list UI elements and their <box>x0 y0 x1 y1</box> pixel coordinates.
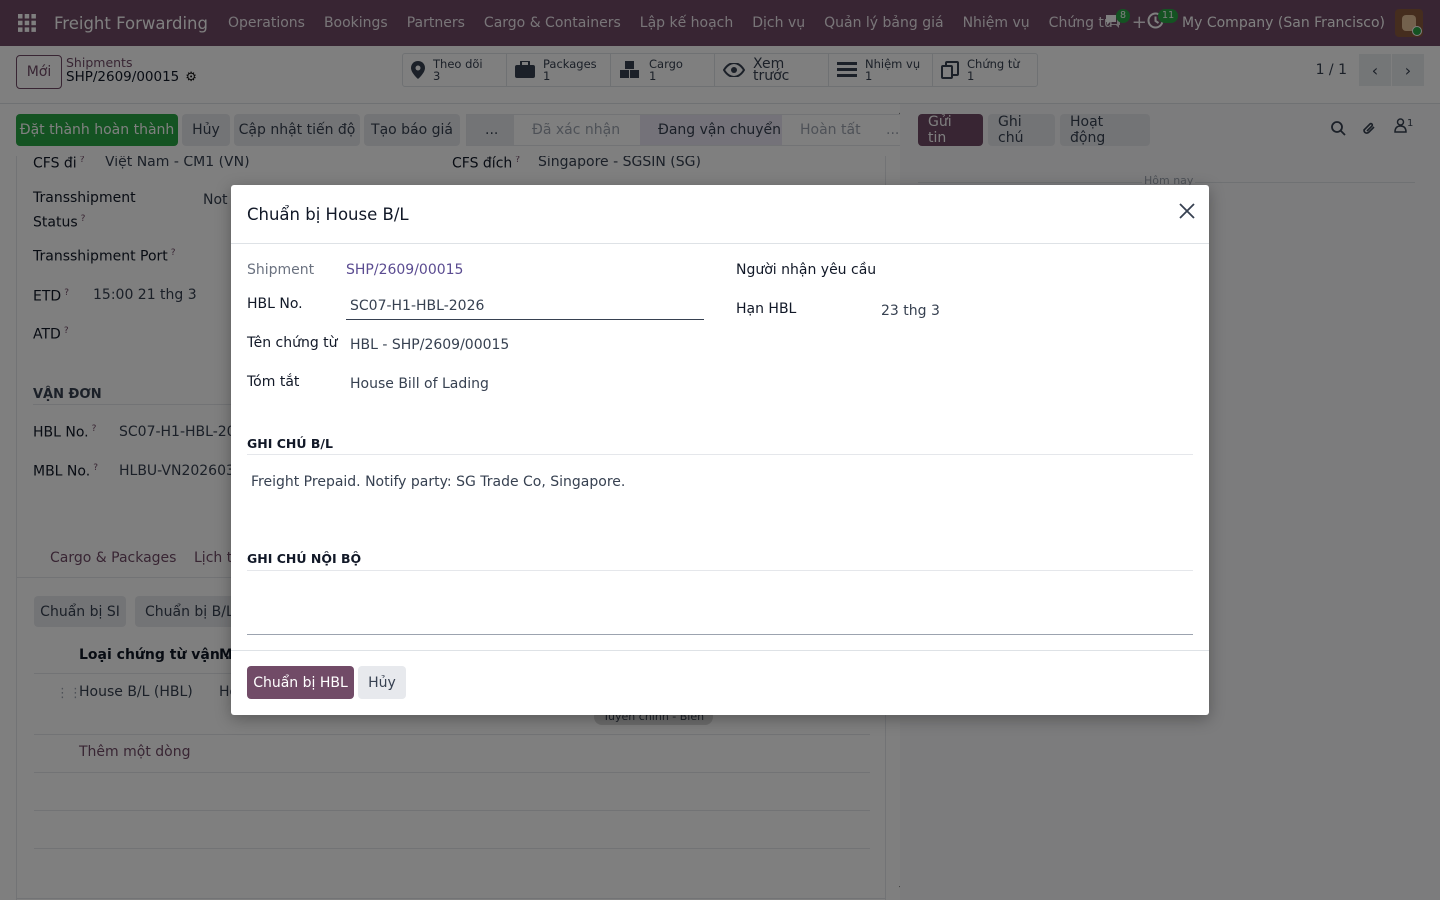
shipment-label: Shipment <box>247 262 315 278</box>
hbl-no-value: SC07-H1-HBL-2026 <box>350 298 485 314</box>
prepare-hbl-dialog: Chuẩn bị House B/L Shipment SHP/2609/000… <box>231 185 1209 715</box>
internal-note-divider <box>247 570 1193 571</box>
doc-name-value[interactable]: HBL - SHP/2609/00015 <box>350 335 509 355</box>
bl-note-title: GHI CHÚ B/L <box>247 436 333 451</box>
bl-note-divider <box>247 454 1193 455</box>
shipment-link[interactable]: SHP/2609/00015 <box>346 260 463 280</box>
hbl-no-input[interactable]: SC07-H1-HBL-2026 <box>346 294 704 320</box>
summary-label: Tóm tắt <box>247 374 300 390</box>
hbl-deadline-label: Hạn HBL <box>736 301 797 317</box>
doc-name-label: Tên chứng từ <box>247 335 338 351</box>
hbl-deadline-value[interactable]: 23 thg 3 <box>881 301 940 321</box>
dialog-footer: Chuẩn bị HBL Hủy <box>231 650 1209 715</box>
internal-note-editor[interactable] <box>247 575 1193 635</box>
summary-value[interactable]: House Bill of Lading <box>350 374 489 394</box>
internal-note-title: GHI CHÚ NỘI BỘ <box>247 551 362 566</box>
hbl-no-label: HBL No. <box>247 296 303 312</box>
receiver-label: Người nhận yêu cầu <box>736 262 877 278</box>
prepare-hbl-button[interactable]: Chuẩn bị HBL <box>247 666 354 699</box>
cancel-button[interactable]: Hủy <box>358 666 406 699</box>
close-icon[interactable] <box>1179 201 1195 225</box>
bl-note-editor[interactable]: Freight Prepaid. Notify party: SG Trade … <box>251 472 625 492</box>
dialog-title: Chuẩn bị House B/L <box>231 185 1209 244</box>
